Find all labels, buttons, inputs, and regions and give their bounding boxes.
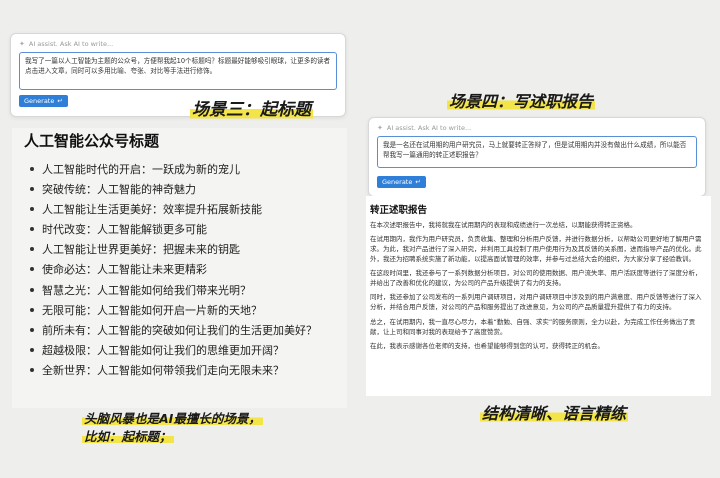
bullet-icon (30, 267, 34, 272)
left-generate-label: Generate (24, 97, 55, 105)
list-item: 超越极限：人工智能如何让我们的思维更加开阔？ (30, 341, 317, 361)
list-item: 人工智能时代的开启：一跃成为新的宠儿 (30, 160, 317, 180)
left-ai-placeholder: AI assist. Ask AI to write... (28, 40, 114, 48)
list-item: 使命必达：人工智能让未来更精彩 (30, 260, 317, 280)
enter-icon: ↵ (415, 178, 421, 186)
bullet-icon (30, 187, 34, 192)
annotation-scene3: 场景三：起标题 (190, 100, 313, 120)
annotation-structure: 结构清晰、语言精练 (480, 404, 629, 423)
title-list: 人工智能时代的开启：一跃成为新的宠儿 突破传统：人工智能的神奇魅力 人工智能让生… (30, 160, 317, 381)
report-paragraph: 在试用期内，我作为用户研究员，负责收集、整理和分析用户反馈，并进行数据分析，以帮… (370, 235, 702, 264)
bullet-icon (30, 227, 34, 232)
bullet-icon (30, 167, 34, 171)
report-paragraph: 在这段时间里，我还参与了一系列数据分析项目，对公司的使用数据、用户流失率、用户活… (370, 269, 702, 288)
bullet-icon (30, 287, 34, 292)
report-body: 在本次述职报告中，我将就我在试用期内的表现和成绩进行一次总结，以期能获得转正资格… (370, 220, 707, 355)
report-panel: 转正述职报告 在本次述职报告中，我将就我在试用期内的表现和成绩进行一次总结，以期… (366, 196, 711, 396)
sparkle-icon: ✦ (377, 124, 383, 132)
annotation-brainstorm-line2: 比如：起标题； (82, 429, 174, 445)
annotation-brainstorm: 头脑风暴也是AI最擅长的场景， 比如：起标题； (82, 410, 302, 446)
list-title: 人工智能公众号标题 (24, 132, 160, 150)
right-generate-label: Generate (382, 178, 413, 186)
bullet-icon (30, 307, 34, 312)
right-ai-placeholder: AI assist. Ask AI to write... (386, 124, 472, 132)
list-item: 时代改变：人工智能解锁更多可能 (30, 220, 317, 240)
sparkle-icon: ✦ (19, 40, 25, 48)
report-paragraph: 总之，在试用期内，我一直尽心尽力，本着“勤勉、自强、求实”的服务原则，全力以赴，… (370, 317, 696, 336)
annotation-scene4: 场景四：写述职报告 (447, 92, 596, 111)
annotation-brainstorm-line1: 头脑风暴也是AI最擅长的场景， (82, 411, 263, 426)
report-paragraph: 同时，我还参加了公司发布的一系列用户调研项目，对用户调研项目中涉及到的用户满意度… (370, 293, 702, 312)
title-list-panel: 人工智能公众号标题 人工智能时代的开启：一跃成为新的宠儿 突破传统：人工智能的神… (12, 128, 347, 408)
bullet-icon (30, 207, 34, 212)
bullet-icon (30, 327, 34, 332)
enter-icon: ↵ (57, 97, 63, 105)
left-ai-header: ✦ AI assist. Ask AI to write... (19, 40, 113, 48)
list-item: 突破传统：人工智能的神奇魅力 (30, 180, 317, 200)
left-prompt-input[interactable]: 我写了一篇以人工智能为主题的公众号，方便帮我起10个标题吗？标题最好能够吸引眼球… (19, 52, 337, 90)
list-item: 智慧之光：人工智能如何给我们带来光明？ (30, 281, 317, 301)
right-ai-assist-panel: ✦ AI assist. Ask AI to write... 我是一名还在试用… (368, 117, 706, 197)
bullet-icon (30, 347, 34, 352)
list-item: 人工智能让世界更美好：把握未来的钥匙 (30, 240, 317, 260)
report-paragraph: 在本次述职报告中，我将就我在试用期内的表现和成绩进行一次总结，以期能获得转正资格… (370, 221, 637, 229)
list-item: 全新世界：人工智能如何带领我们走向无限未来？ (30, 361, 317, 381)
right-prompt-input[interactable]: 我是一名还在试用期的用户研究员，马上就要转正答辩了，但是试用期内并没有做出什么成… (377, 136, 697, 168)
list-item: 无限可能：人工智能如何开启一片新的天地？ (30, 301, 317, 321)
report-title: 转正述职报告 (370, 205, 428, 216)
right-ai-header: ✦ AI assist. Ask AI to write... (377, 124, 471, 132)
left-generate-button[interactable]: Generate ↵ (19, 95, 68, 107)
bullet-icon (30, 247, 34, 252)
list-item: 人工智能让生活更美好：效率提升拓展新技能 (30, 200, 317, 220)
bullet-icon (30, 367, 34, 372)
report-paragraph: 在此，我表示感谢各位老师的支持，也希望能够得到您的认可，获得转正的机会。 (370, 341, 604, 350)
list-item: 前所未有：人工智能的突破如何让我们的生活更加美好？ (30, 321, 317, 341)
right-generate-button[interactable]: Generate ↵ (377, 176, 426, 188)
